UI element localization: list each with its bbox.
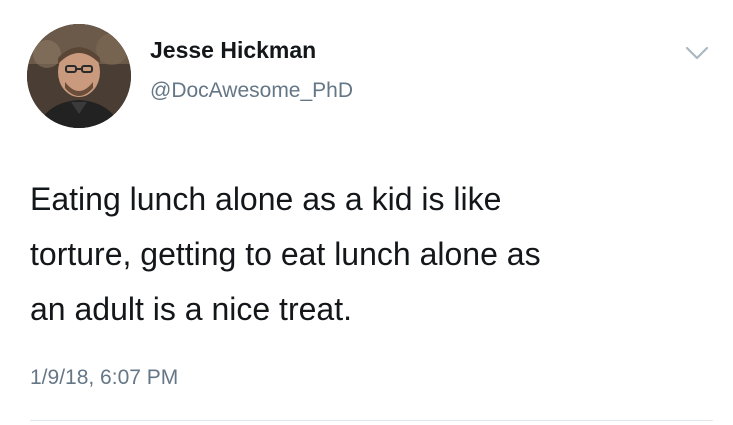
tweet-card: Jesse Hickman @DocAwesome_PhD Eating lun…: [0, 0, 733, 425]
avatar-image: [27, 24, 131, 128]
author-handle[interactable]: @DocAwesome_PhD: [150, 79, 353, 103]
avatar[interactable]: [27, 24, 131, 128]
chevron-down-icon[interactable]: [684, 44, 710, 62]
divider: [30, 420, 713, 421]
tweet-text: Eating lunch alone as a kid is like tort…: [30, 181, 541, 327]
tweet-timestamp[interactable]: 1/9/18, 6:07 PM: [30, 366, 178, 390]
author-name[interactable]: Jesse Hickman: [150, 37, 316, 64]
